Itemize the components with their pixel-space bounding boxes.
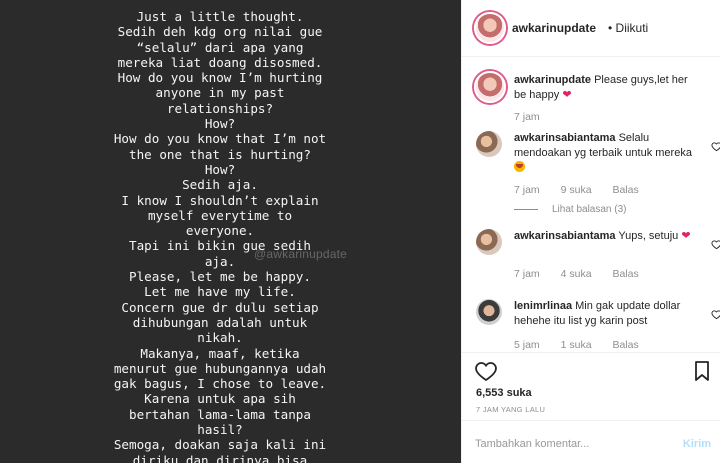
comment-heart-icon[interactable] xyxy=(711,239,720,250)
smile-emoji-icon xyxy=(514,161,525,172)
post-actions: 6,553 suka 7 JAM YANG LALU xyxy=(462,352,720,414)
reply-button[interactable]: Balas xyxy=(612,184,638,196)
comment-time[interactable]: 7 jam xyxy=(514,111,540,123)
profile-avatar[interactable] xyxy=(474,12,506,44)
commenter-avatar[interactable] xyxy=(476,229,502,255)
view-replies-link[interactable]: Lihat balasan (3) xyxy=(514,204,627,215)
comment-likes[interactable]: 9 suka xyxy=(561,184,592,196)
heart-emoji-icon: ❤ xyxy=(681,230,691,242)
comment-likes[interactable]: 1 suka xyxy=(561,339,592,351)
commenter-avatar[interactable] xyxy=(476,299,502,325)
comment-body: awkarinupdate Please guys,let her be hap… xyxy=(514,73,692,103)
watermark: @awkarinupdate xyxy=(254,247,348,261)
comment-time[interactable]: 7 jam xyxy=(514,268,540,280)
caption-avatar[interactable] xyxy=(474,71,506,103)
comment-time[interactable]: 5 jam xyxy=(514,339,540,351)
comment-meta: 7 jam xyxy=(514,111,558,123)
comment-meta: 7 jam 4 suka Balas xyxy=(514,268,657,280)
comment-username[interactable]: awkarinsabiantama xyxy=(514,230,616,242)
heart-emoji-icon: ❤ xyxy=(562,89,572,101)
comment-body: lenimrlinaa Min gak update dollar hehehe… xyxy=(514,299,692,329)
comment-heart-icon[interactable] xyxy=(711,141,720,152)
like-heart-icon[interactable] xyxy=(474,359,498,383)
post-header: awkarinupdate • Diikuti xyxy=(462,0,720,57)
comment-time[interactable]: 7 jam xyxy=(514,184,540,196)
comment-meta: 7 jam 9 suka Balas xyxy=(514,184,657,196)
comments-list[interactable]: awkarinupdate Please guys,let her be hap… xyxy=(462,57,720,352)
like-count[interactable]: 6,553 suka xyxy=(476,387,532,399)
post-story-text: Just a little thought. Sedih deh kdg org… xyxy=(113,9,327,463)
comment-body: awkarinsabiantama Yups, setuju ❤ xyxy=(514,229,692,244)
reply-button[interactable]: Balas xyxy=(612,339,638,351)
reply-button[interactable]: Balas xyxy=(612,268,638,280)
comment-username[interactable]: awkarinsabiantama xyxy=(514,132,616,144)
comment-meta: 5 jam 1 suka Balas xyxy=(514,339,657,351)
follow-status[interactable]: • Diikuti xyxy=(608,21,648,35)
post-comment-button[interactable]: Kirim xyxy=(683,438,711,450)
comment-input[interactable]: Tambahkan komentar... xyxy=(475,438,589,450)
comment-username[interactable]: awkarinupdate xyxy=(514,74,591,86)
post-side-panel: awkarinupdate • Diikuti awkarinupdate Pl… xyxy=(461,0,720,463)
comment-heart-icon[interactable] xyxy=(711,309,720,320)
comment-username[interactable]: lenimrlinaa xyxy=(514,300,572,312)
commenter-avatar[interactable] xyxy=(476,131,502,157)
comment-text: Yups, setuju xyxy=(618,230,679,242)
bookmark-icon[interactable] xyxy=(690,359,714,383)
comment-body: awkarinsabiantama Selalu mendoakan yg te… xyxy=(514,131,692,176)
comment-likes[interactable]: 4 suka xyxy=(561,268,592,280)
post-image[interactable]: Just a little thought. Sedih deh kdg org… xyxy=(0,0,461,463)
post-timestamp: 7 JAM YANG LALU xyxy=(476,405,546,414)
add-comment-bar: Tambahkan komentar... Kirim xyxy=(462,420,720,463)
header-username[interactable]: awkarinupdate xyxy=(512,21,596,35)
